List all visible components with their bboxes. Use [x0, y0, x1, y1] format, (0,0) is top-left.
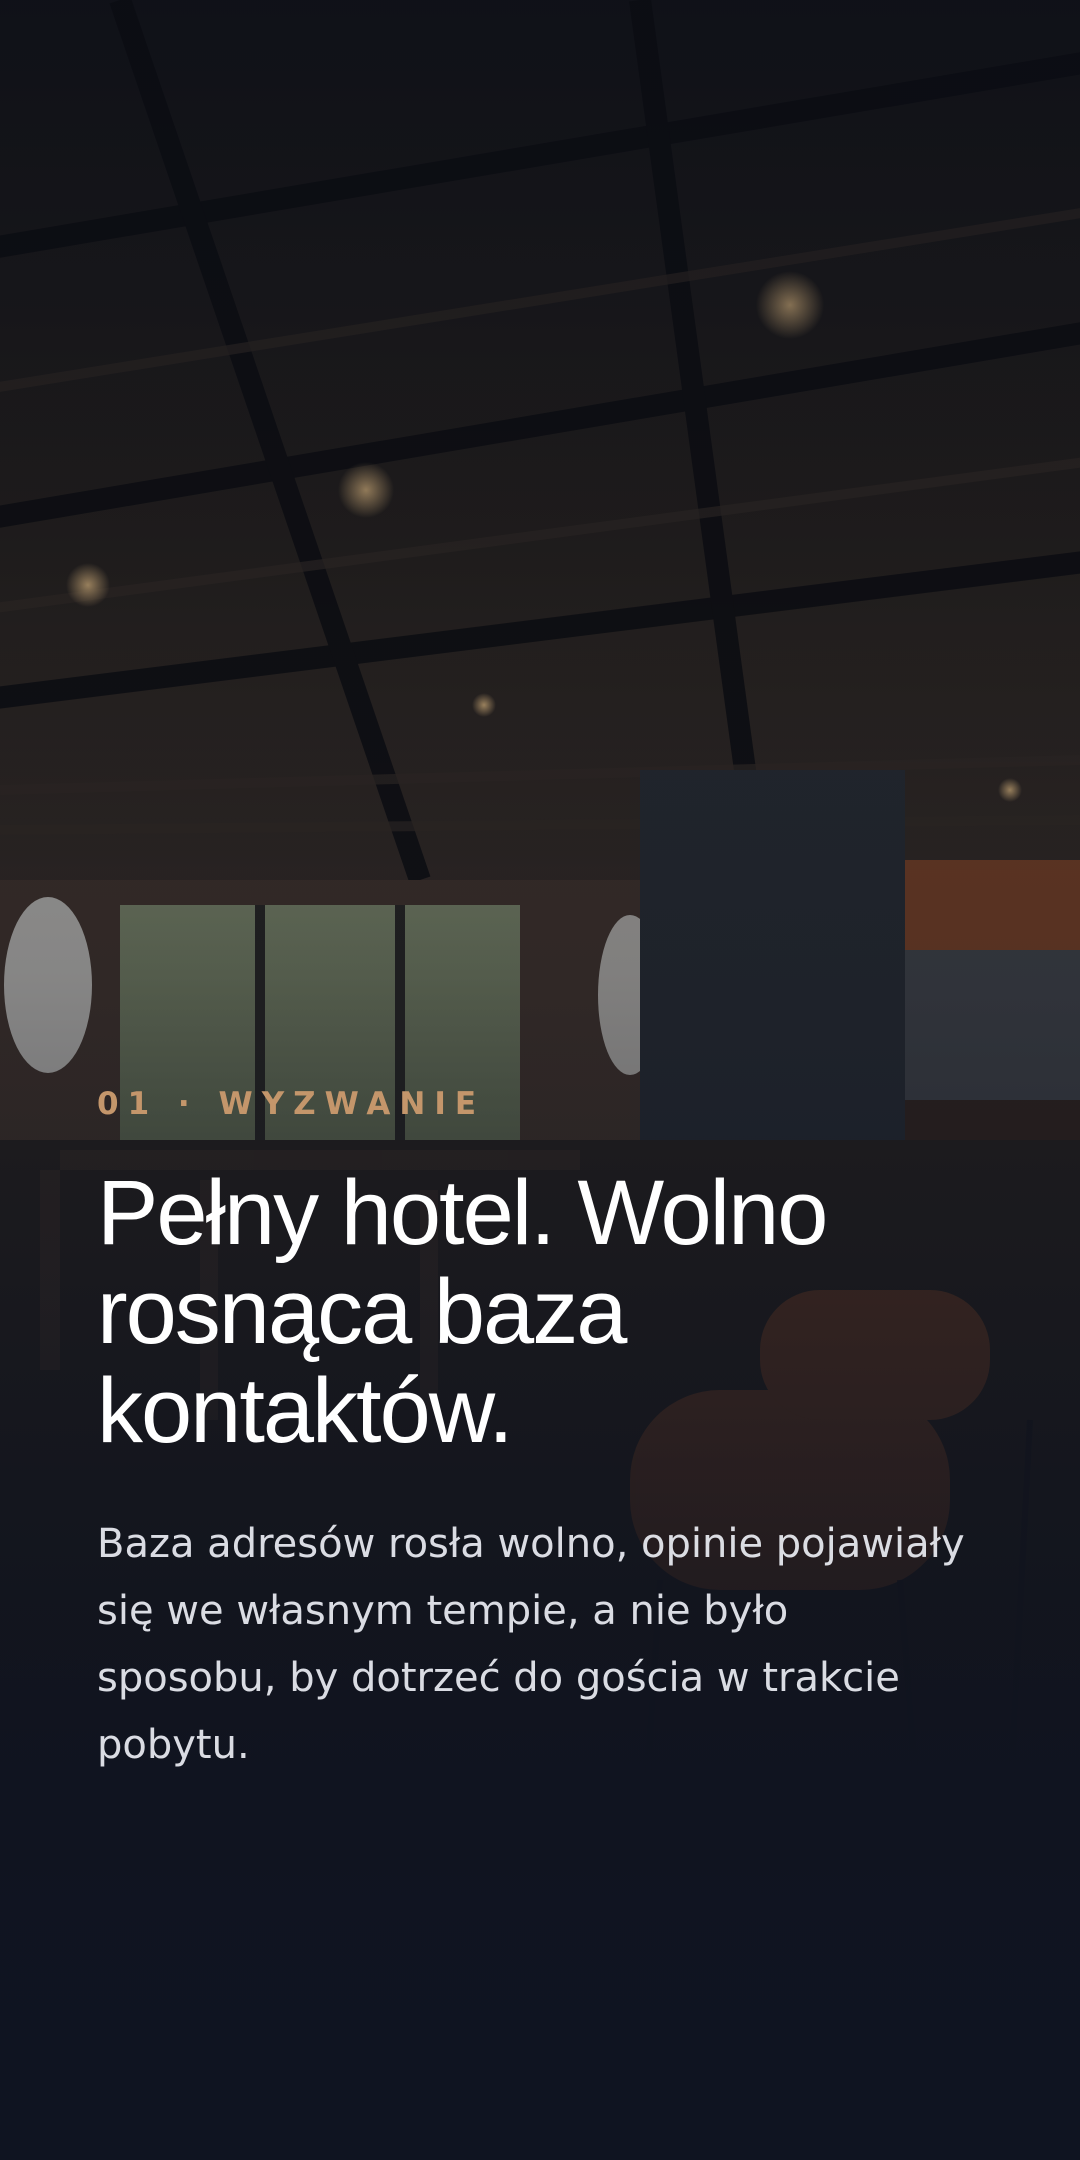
slide-headline: Pełny hotel. Wolno rosnąca baza kontaktó… [97, 1162, 828, 1462]
slide-content: 01 · WYZWANIE Pełny hotel. Wolno rosnąca… [97, 1084, 997, 1779]
slide-screen: 01 · WYZWANIE Pełny hotel. Wolno rosnąca… [0, 0, 1080, 2160]
slide-body-text: Baza adresów rosła wolno, opinie pojawia… [97, 1521, 965, 1768]
section-eyebrow: 01 · WYZWANIE [97, 1086, 486, 1122]
dark-gradient-overlay [0, 0, 1080, 2160]
background-photo-hotel-lounge [0, 0, 1080, 2160]
